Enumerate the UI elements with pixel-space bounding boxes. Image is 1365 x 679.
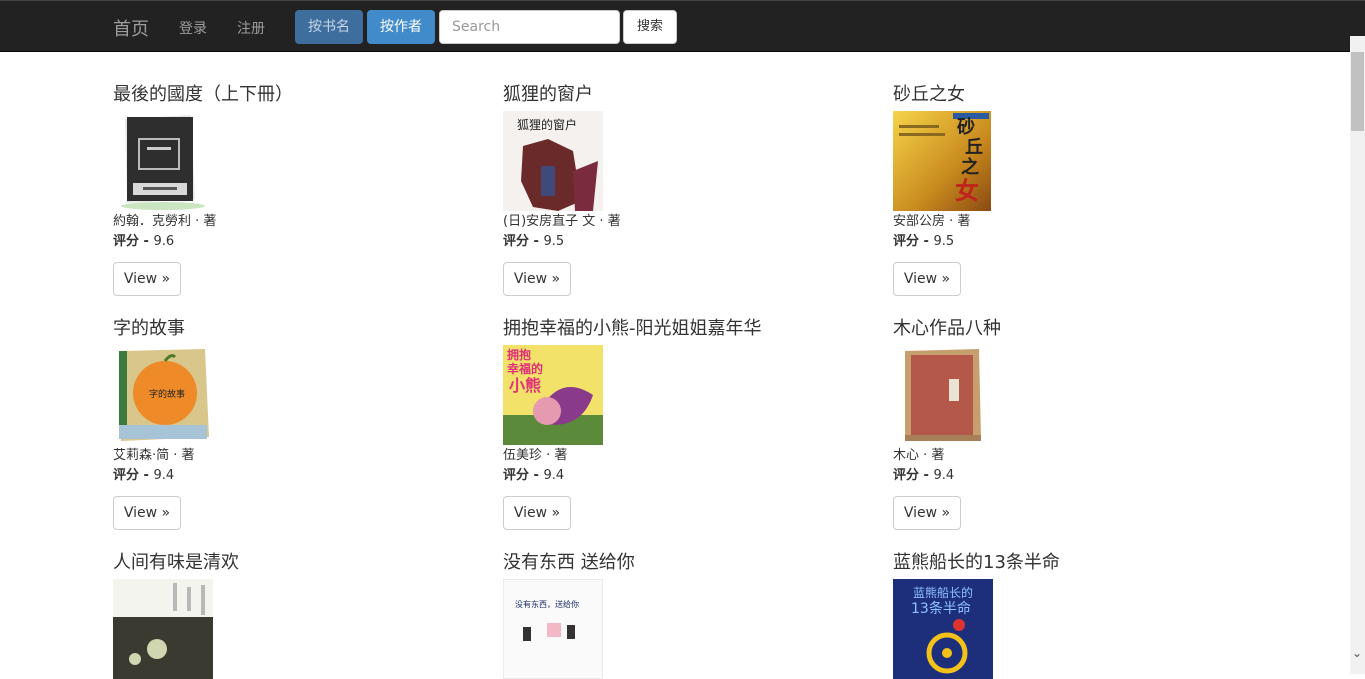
book-title[interactable]: 砂丘之女 (893, 80, 1253, 105)
register-link[interactable]: 注册 (237, 18, 265, 38)
svg-text:丘: 丘 (965, 137, 983, 158)
book-cover-image[interactable]: 没有东西，送给你 (503, 579, 603, 679)
scrollbar-thumb[interactable] (1351, 52, 1364, 131)
svg-text:女: 女 (955, 176, 979, 205)
book-rating: 评分 - 9.4 (893, 468, 955, 483)
book-title[interactable]: 狐狸的窗户 (503, 80, 863, 105)
view-button[interactable]: View » (113, 262, 181, 296)
top-navbar: 首页 登录 注册 按书名 按作者 搜索 (0, 0, 1365, 52)
book-card: 人间有味是清欢 (113, 548, 473, 679)
book-author: 艾莉森·简 · 著 (113, 448, 195, 463)
book-cover-image[interactable] (113, 579, 213, 679)
view-button[interactable]: View » (113, 496, 181, 530)
svg-text:拥抱: 拥抱 (507, 347, 531, 362)
book-title[interactable]: 蓝熊船长的13条半命 (893, 548, 1253, 573)
book-cover-image[interactable]: 字的故事 (113, 345, 213, 445)
book-cover-image[interactable]: 狐狸的窗户 (503, 111, 603, 211)
book-card: 没有东西 送给你 没有东西，送给你 (503, 548, 863, 679)
svg-text:幸福的: 幸福的 (507, 361, 543, 376)
book-title[interactable]: 木心作品八种 (893, 314, 1253, 339)
book-title[interactable]: 最後的國度（上下冊） (113, 80, 473, 105)
scroll-down-arrow-icon[interactable]: ⌄ (1352, 646, 1362, 660)
book-author: 安部公房 · 著 (893, 214, 971, 229)
svg-text:小熊: 小熊 (509, 376, 541, 395)
svg-text:狐狸的窗户: 狐狸的窗户 (517, 117, 577, 132)
search-button[interactable]: 搜索 (623, 10, 677, 44)
svg-text:砂: 砂 (957, 116, 975, 138)
search-by-author-button[interactable]: 按作者 (367, 10, 435, 44)
book-cover-image[interactable]: 蓝熊船长的 13条半命 (893, 579, 993, 679)
book-author: 約翰．克勞利 · 著 (113, 214, 217, 229)
view-button[interactable]: View » (503, 262, 571, 296)
book-cover-image[interactable] (893, 345, 993, 445)
svg-text:之: 之 (961, 156, 979, 178)
book-card: 蓝熊船长的13条半命 蓝熊船长的 13条半命 (893, 548, 1253, 679)
book-title[interactable]: 字的故事 (113, 314, 473, 339)
home-link[interactable]: 首页 (113, 15, 149, 41)
book-rating: 评分 - 9.4 (503, 468, 565, 483)
book-card: 拥抱幸福的小熊-阳光姐姐嘉年华 拥抱 幸福的 小熊 伍美珍 · 著 评分 - 9… (503, 314, 863, 530)
book-rating: 评分 - 9.6 (113, 234, 175, 249)
svg-text:13条半命: 13条半命 (911, 600, 971, 617)
svg-text:字的故事: 字的故事 (149, 388, 185, 400)
login-link[interactable]: 登录 (179, 18, 207, 38)
book-title[interactable]: 拥抱幸福的小熊-阳光姐姐嘉年华 (503, 314, 863, 339)
book-author: (日)安房直子 文 · 著 (503, 214, 621, 229)
book-cover-image[interactable]: 砂 丘 之 女 (893, 111, 991, 211)
svg-text:蓝熊船长的: 蓝熊船长的 (913, 585, 973, 600)
book-rating: 评分 - 9.4 (113, 468, 175, 483)
view-button[interactable]: View » (893, 496, 961, 530)
svg-text:没有东西，送给你: 没有东西，送给你 (515, 599, 579, 609)
book-cover-image[interactable] (113, 111, 213, 211)
book-rating: 评分 - 9.5 (893, 234, 955, 249)
book-title[interactable]: 没有东西 送给你 (503, 548, 863, 573)
book-card: 狐狸的窗户 狐狸的窗户 (日)安房直子 文 · 著 评分 - 9.5 View … (503, 80, 863, 296)
book-author: 伍美珍 · 著 (503, 448, 568, 463)
book-card: 木心作品八种 木心 · 著 评分 - 9.4 View » (893, 314, 1253, 530)
book-cover-image[interactable]: 拥抱 幸福的 小熊 (503, 345, 603, 445)
book-author: 木心 · 著 (893, 448, 945, 463)
view-button[interactable]: View » (503, 496, 571, 530)
book-card: 最後的國度（上下冊） 約翰．克勞利 · 著 评分 - 9.6 View » (113, 80, 473, 296)
book-card: 砂丘之女 砂 丘 之 女 安部公房 · 著 评分 - 9.5 View » (893, 80, 1253, 296)
book-title[interactable]: 人间有味是清欢 (113, 548, 473, 573)
book-card: 字的故事 字的故事 艾莉森·简 · 著 评分 - 9.4 View » (113, 314, 473, 530)
scrollbar-track[interactable] (1350, 36, 1365, 674)
view-button[interactable]: View » (893, 262, 961, 296)
book-rating: 评分 - 9.5 (503, 234, 565, 249)
search-input[interactable] (439, 10, 620, 44)
search-by-title-button[interactable]: 按书名 (295, 10, 363, 44)
